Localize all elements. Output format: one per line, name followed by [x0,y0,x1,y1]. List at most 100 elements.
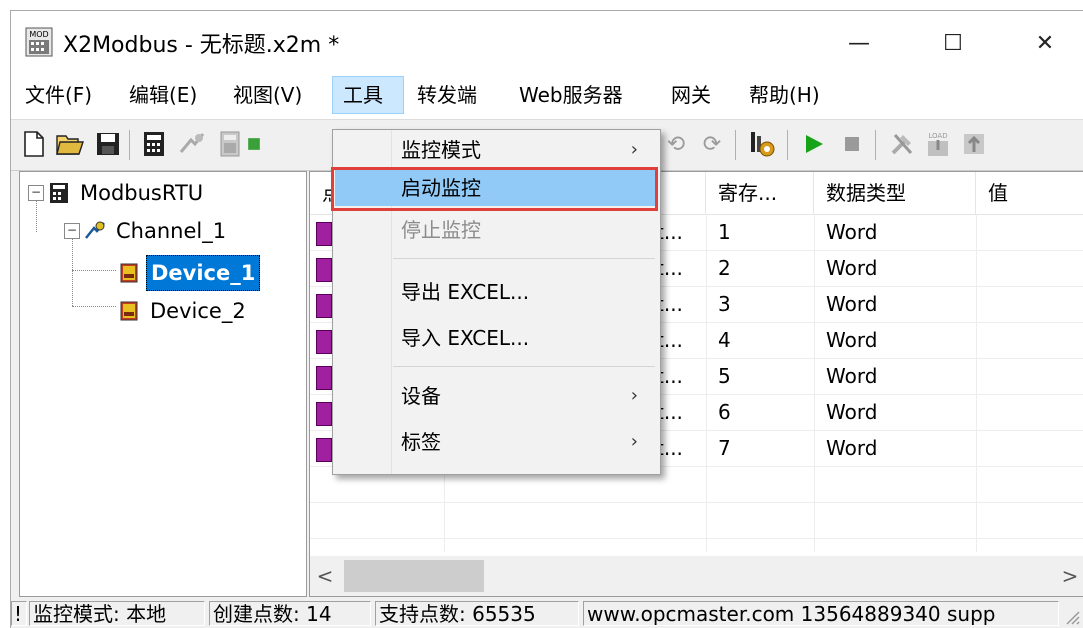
device-tree: − ModbusRTU − Channel_1 Device_1 Device_… [19,171,307,597]
cell-data-type: Word [826,436,878,460]
cell-register: 1 [718,220,731,244]
cell-value [976,394,1083,430]
cell-data-type: Word [826,292,878,316]
toolbar-separator [129,130,130,160]
cell-data-type: Word [826,364,878,388]
cell-register: 7 [718,436,731,460]
svg-text:MOD: MOD [29,30,48,39]
menu-item-label: 设备 [401,384,441,408]
app-icon: MOD [25,27,53,57]
device-icon [50,183,68,203]
tree-label-channel: Channel_1 [116,219,227,243]
device-icon [120,263,138,283]
status-bar: ! 监控模式: 本地 创建点数: 14 支持点数: 65535 www.opcm… [11,599,1083,628]
menu-separator [393,258,655,259]
menu-bar: 文件(F) 编辑(E) 视图(V) 工具 转发端 Web服务器 网关 帮助(H) [11,73,1083,119]
column-header-data-type[interactable]: 数据类型 [814,172,976,214]
save-icon[interactable] [93,128,123,160]
cell-register: 3 [718,292,731,316]
grid-line [310,502,1083,503]
run-icon[interactable] [799,128,829,160]
tag-icon [316,402,332,426]
status-contact: www.opcmaster.com 13564889340 supp [583,601,1059,626]
cell-value [976,250,1083,286]
upload-icon[interactable] [959,128,989,160]
horizontal-scrollbar[interactable]: < > [310,556,1083,596]
title-bar: MOD X2Modbus - 无标题.x2m * — ☐ ✕ [11,11,1083,73]
undo-icon[interactable]: ⟲ [661,128,691,160]
tag-icon [316,294,332,318]
menu-item-export-excel[interactable]: 导出 EXCEL... [335,274,656,310]
window-title: X2Modbus - 无标题.x2m * [63,33,340,58]
load-icon[interactable]: LOAD [923,128,953,160]
device-icon[interactable] [139,128,169,160]
scroll-right-icon[interactable]: > [1055,556,1083,596]
cell-data-type: Word [826,328,878,352]
tag-icon [316,330,332,354]
menu-edit[interactable]: 编辑(E) [119,77,207,113]
toolbar-separator [875,130,876,160]
menu-item-tag[interactable]: 标签 › [335,424,656,460]
menu-item-label: 标签 [401,430,441,454]
stop-icon[interactable] [837,128,867,160]
tree-node-channel[interactable]: − Channel_1 [64,214,230,248]
tag-icon [316,438,332,462]
column-header-register[interactable]: 寄存... [706,172,814,214]
column-header-value[interactable]: 值 [976,172,1083,214]
maximize-button[interactable]: ☐ [931,23,975,63]
collapse-icon[interactable]: − [28,185,44,201]
cell-value [976,322,1083,358]
open-folder-icon[interactable] [55,128,85,160]
menu-item-import-excel[interactable]: 导入 EXCEL... [335,320,656,356]
menu-item-label: 停止监控 [401,218,481,242]
menu-item-label: 导出 EXCEL... [401,280,530,304]
cell-data-type: Word [826,220,878,244]
svg-text:LOAD: LOAD [928,132,947,140]
cell-register: 4 [718,328,731,352]
tree-line [72,270,116,271]
menu-item-device[interactable]: 设备 › [335,378,656,414]
menu-forwarder[interactable]: 转发端 [407,77,487,113]
monitor-icon[interactable] [747,128,777,160]
redo-icon[interactable]: ⟳ [697,128,727,160]
cell-value [976,286,1083,322]
tree-label-root: ModbusRTU [80,181,204,205]
menu-item-label: 导入 EXCEL... [401,326,530,350]
menu-help[interactable]: 帮助(H) [739,77,830,113]
tree-node-root[interactable]: − ModbusRTU [28,176,207,210]
close-button[interactable]: ✕ [1023,23,1067,63]
channel-icon [85,221,105,239]
scrollbar-thumb[interactable] [344,560,484,592]
tree-line [72,306,116,307]
toolbar-separator [735,130,736,160]
tag-icon [316,366,332,390]
cell-register: 2 [718,256,731,280]
device2-icon[interactable] [215,128,245,160]
channel-icon[interactable] [177,128,207,160]
tree-node-device-1[interactable]: Device_1 [118,255,261,291]
cell-value [976,214,1083,250]
menu-web-server[interactable]: Web服务器 [509,77,633,113]
collapse-icon[interactable]: − [64,223,80,239]
highlight-box [331,167,658,211]
tag-icon[interactable] [247,128,261,160]
menu-view[interactable]: 视图(V) [223,77,312,113]
toolbar-separator [787,130,788,160]
menu-item-monitor-mode[interactable]: 监控模式 › [335,132,656,168]
menu-item-label: 监控模式 [401,138,481,162]
resize-grip-icon[interactable] [1062,607,1080,625]
menu-separator [393,366,655,367]
menu-gateway[interactable]: 网关 [661,77,721,113]
tools-icon[interactable] [887,128,917,160]
tag-icon [316,258,332,282]
submenu-arrow-icon: › [630,385,638,406]
menu-item-stop-monitor[interactable]: 停止监控 [335,212,656,248]
scroll-left-icon[interactable]: < [310,556,340,596]
cell-data-type: Word [826,256,878,280]
new-file-icon[interactable] [19,128,49,160]
menu-file[interactable]: 文件(F) [15,77,102,113]
minimize-button[interactable]: — [837,23,881,63]
tag-icon [316,222,332,246]
menu-tools[interactable]: 工具 [332,76,404,114]
tree-node-device-2[interactable]: Device_2 [118,294,250,328]
